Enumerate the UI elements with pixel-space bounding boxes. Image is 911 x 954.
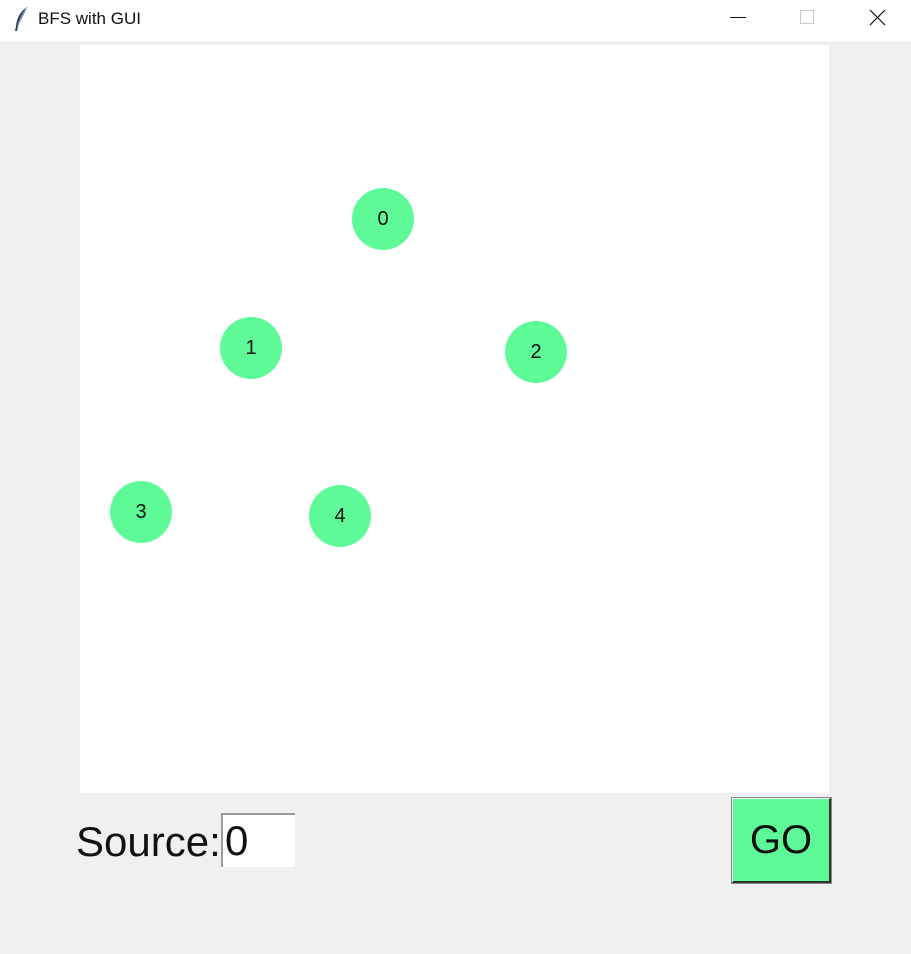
source-label: Source: — [76, 818, 221, 865]
node-label: 2 — [530, 340, 542, 363]
graph-node[interactable]: 2 — [505, 321, 567, 383]
close-button[interactable] — [843, 0, 911, 36]
graph-node[interactable]: 0 — [352, 188, 414, 250]
node-label: 1 — [245, 336, 257, 359]
app-window: BFS with GUI 0 1 2 3 4 Source: 0 GO — [0, 0, 911, 954]
graph-node[interactable]: 1 — [220, 317, 282, 379]
minimize-button[interactable] — [704, 0, 772, 36]
node-label: 4 — [334, 504, 346, 527]
graph-canvas[interactable]: 0 1 2 3 4 — [80, 45, 829, 793]
node-label: 3 — [135, 500, 147, 523]
feather-icon — [12, 6, 30, 32]
node-label: 0 — [377, 207, 389, 230]
title-bar[interactable]: BFS with GUI — [0, 0, 911, 43]
maximize-button[interactable] — [772, 0, 840, 36]
go-button[interactable]: GO — [731, 797, 832, 884]
graph-node[interactable]: 3 — [110, 481, 172, 543]
window-title: BFS with GUI — [38, 9, 141, 28]
graph-node[interactable]: 4 — [309, 485, 371, 547]
source-input[interactable] — [221, 813, 295, 867]
go-button-label: GO — [749, 817, 813, 862]
